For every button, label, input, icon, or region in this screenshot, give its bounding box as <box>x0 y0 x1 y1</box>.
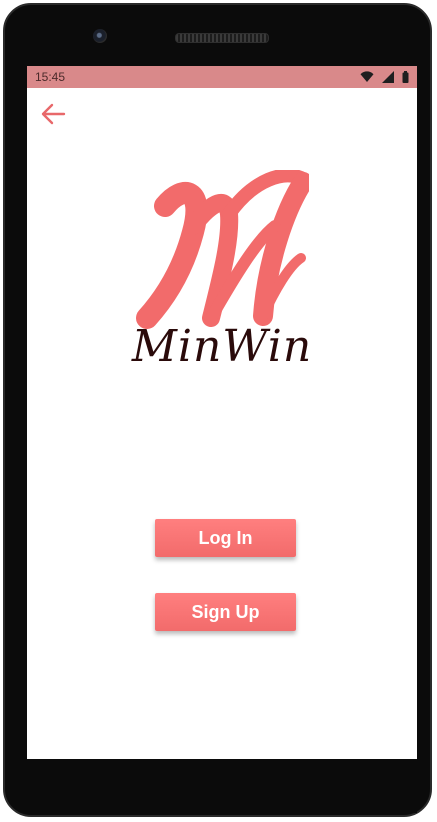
status-time: 15:45 <box>35 70 66 84</box>
front-camera <box>93 29 107 43</box>
status-bar: 15:45 <box>27 66 417 88</box>
app-screen: 15:45 MinWin Log In Sign Up <box>27 66 417 759</box>
bottom-bezel <box>27 759 417 813</box>
signal-icon <box>382 71 394 83</box>
back-button[interactable] <box>39 102 67 126</box>
status-icons <box>360 70 409 84</box>
phone-frame: 15:45 MinWin Log In Sign Up <box>3 3 432 817</box>
arrow-left-icon <box>41 103 66 125</box>
battery-icon <box>402 71 409 83</box>
brand-wordmark: MinWin <box>131 321 313 372</box>
signup-button[interactable]: Sign Up <box>155 593 296 631</box>
wifi-icon <box>360 71 374 83</box>
login-button[interactable]: Log In <box>155 519 296 557</box>
earpiece-speaker <box>175 33 269 43</box>
